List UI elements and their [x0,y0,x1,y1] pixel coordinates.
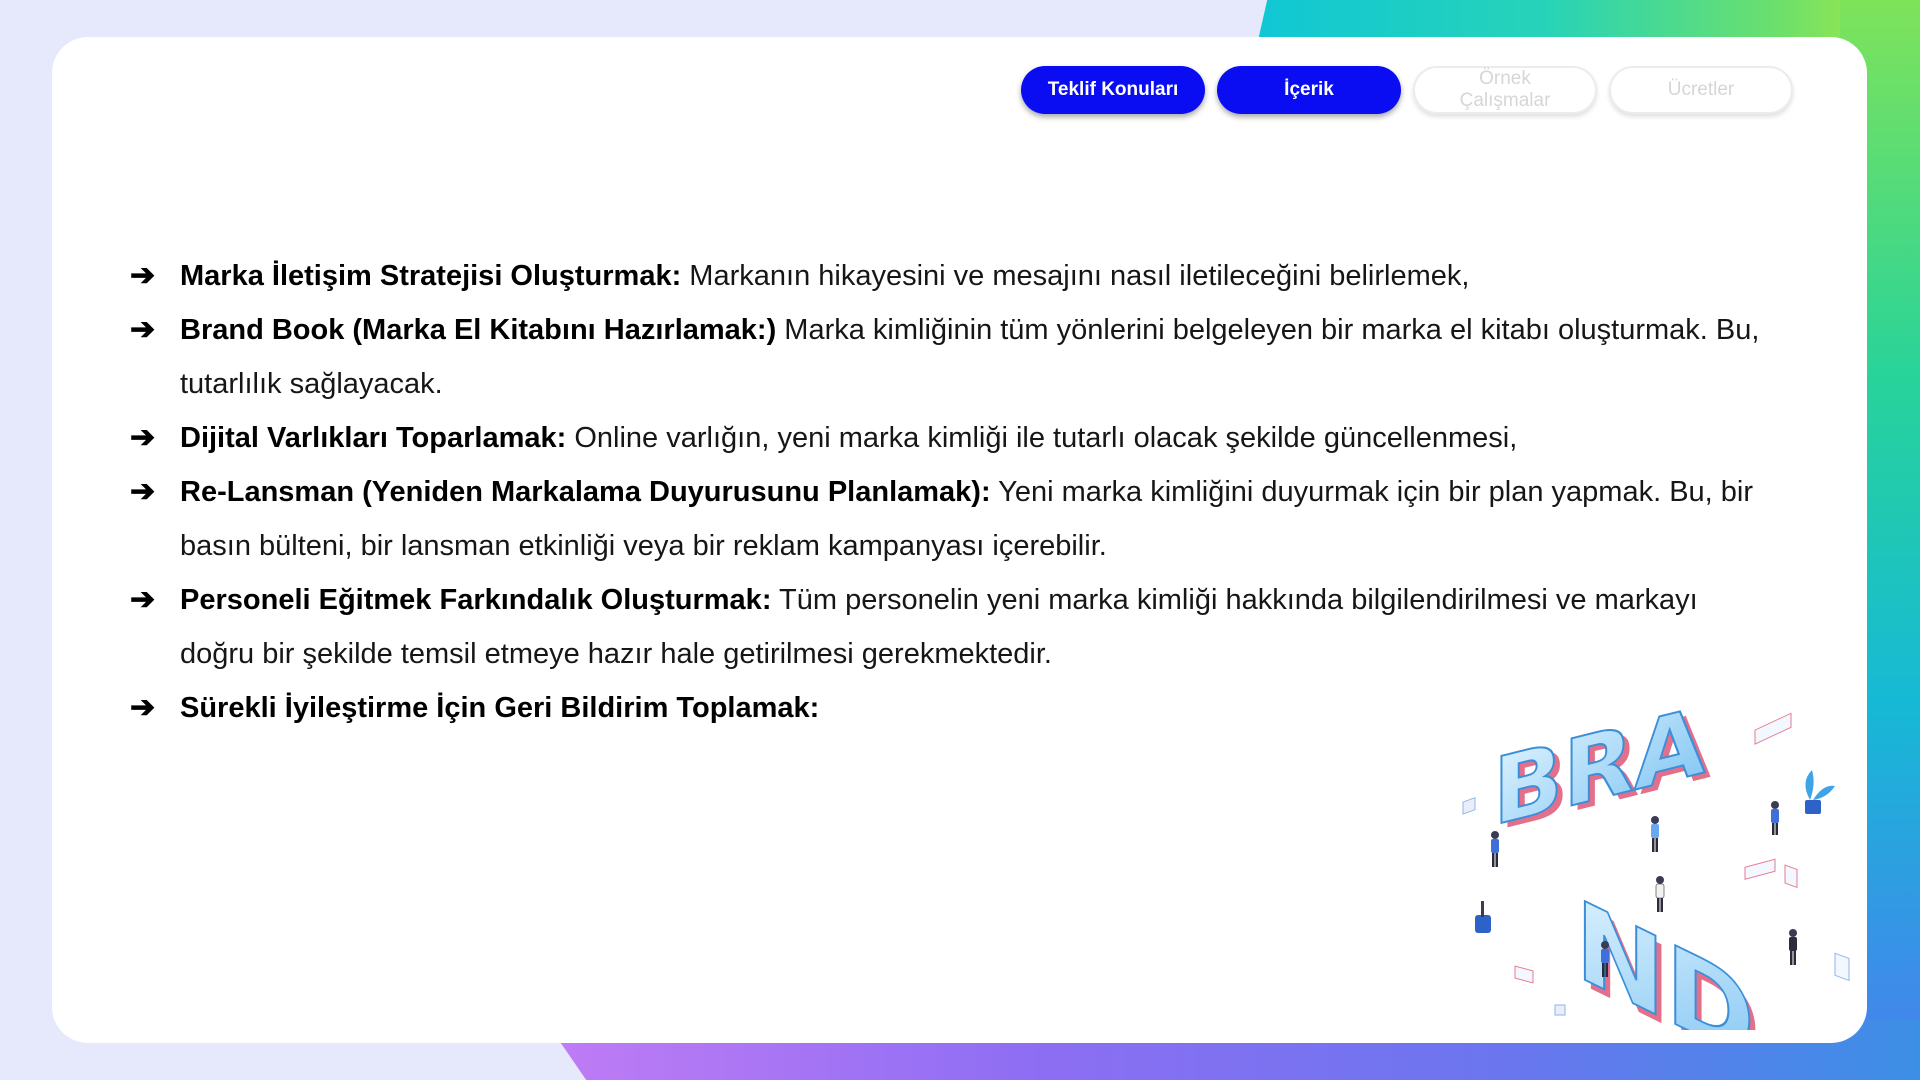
item-heading: Sürekli İyileştirme İçin Geri Bildirim T… [180,692,820,724]
arrow-right-icon: ➔ [130,583,156,616]
item-text: Markanın hikayesini ve mesajını nasıl il… [681,260,1470,292]
item-text: Online varlığın, yeni marka kimliği ile … [566,422,1518,454]
item-heading: Dijital Varlıkları Toparlamak: [180,422,567,454]
list-item: ➔ Dijital Varlıkları Toparlamak: Online … [130,411,1760,465]
arrow-right-icon: ➔ [130,421,156,454]
list-item: ➔ Brand Book (Marka El Kitabını Hazırlam… [130,303,1760,411]
item-heading: Re-Lansman (Yeniden Markalama Duyurusunu… [180,476,991,508]
arrow-right-icon: ➔ [130,259,156,292]
paint-bucket-icon [1475,901,1491,933]
list-item: ➔ Re-Lansman (Yeniden Markalama Duyurusu… [130,465,1760,573]
tab-ucretler[interactable]: Ücretler [1609,66,1793,114]
list-item: ➔ Personeli Eğitmek Farkındalık Oluşturm… [130,573,1760,681]
tab-teklif-konulari[interactable]: Teklif Konuları [1021,66,1205,114]
brand-isometric-illustration: BRA BRA ND ND [1462,705,1850,1030]
arrow-right-icon: ➔ [130,691,156,724]
item-heading: Brand Book (Marka El Kitabını Hazırlamak… [180,314,777,346]
arrow-right-icon: ➔ [130,313,156,346]
plant-icon [1805,770,1835,814]
top-navigation: Teklif Konuları İçerik Örnek Çalışmalar … [1021,66,1793,114]
arrow-right-icon: ➔ [130,475,156,508]
tab-ornek-calismalar[interactable]: Örnek Çalışmalar [1413,66,1597,114]
item-heading: Personeli Eğitmek Farkındalık Oluşturmak… [180,584,772,616]
list-item: ➔ Marka İletişim Stratejisi Oluşturmak: … [130,249,1760,303]
tab-icerik[interactable]: İçerik [1217,66,1401,114]
content-list: ➔ Marka İletişim Stratejisi Oluşturmak: … [130,249,1760,735]
item-heading: Marka İletişim Stratejisi Oluşturmak: [180,260,682,292]
